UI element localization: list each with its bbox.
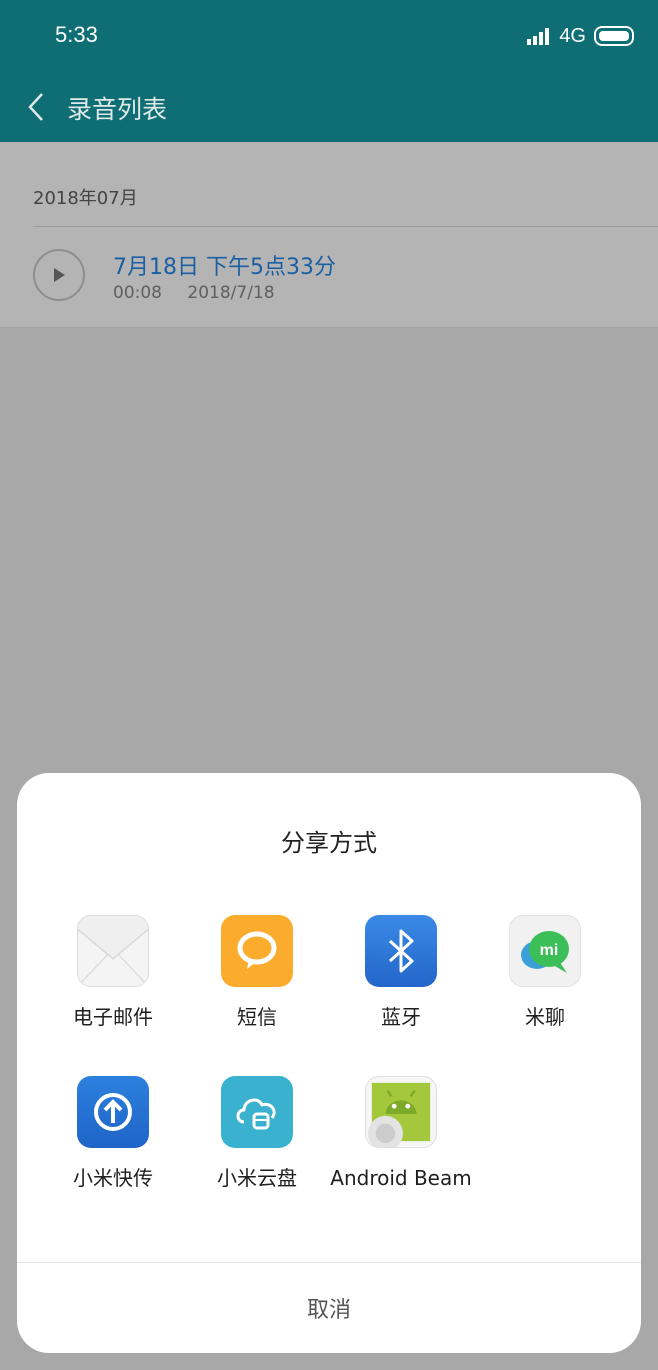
share-option-mi-chat[interactable]: mi 米聊 (473, 915, 617, 1032)
share-option-label: 小米快传 (73, 1166, 153, 1190)
recordings-section: 2018年07月 7月18日 下午5点33分 00:08 2018/7/18 (0, 142, 658, 328)
svg-text:mi: mi (540, 942, 559, 959)
chevron-left-icon (28, 93, 43, 121)
status-time: 5:33 (55, 22, 98, 47)
section-header: 2018年07月 (33, 188, 138, 209)
back-button[interactable] (18, 88, 54, 126)
share-option-label: 短信 (237, 1005, 277, 1029)
play-button[interactable] (33, 249, 85, 301)
share-option-label: 蓝牙 (381, 1005, 421, 1029)
share-option-email[interactable]: 电子邮件 (41, 915, 185, 1032)
signal-icon (527, 28, 550, 45)
share-option-label: 电子邮件 (73, 1005, 153, 1029)
recording-date: 2018/7/18 (187, 283, 275, 303)
app-bar: 录音列表 (0, 72, 658, 142)
android-icon (365, 1076, 437, 1148)
cloud-drive-icon (221, 1076, 293, 1148)
share-option-label: 米聊 (525, 1005, 565, 1029)
status-indicators: 4G (527, 22, 634, 50)
share-option-bluetooth[interactable]: 蓝牙 (329, 915, 473, 1032)
network-type: 4G (559, 24, 586, 47)
share-option-android-beam[interactable]: Android Beam (329, 1076, 473, 1193)
status-bar: 5:33 4G (0, 0, 658, 72)
share-sheet-title: 分享方式 (281, 829, 377, 857)
share-option-label: 小米云盘 (217, 1166, 297, 1190)
recording-duration: 00:08 (113, 283, 162, 303)
list-item[interactable]: 7月18日 下午5点33分 00:08 2018/7/18 (0, 227, 658, 327)
recording-title: 7月18日 下午5点33分 (113, 255, 336, 280)
bluetooth-icon (365, 915, 437, 987)
cancel-button[interactable]: 取消 (17, 1263, 641, 1353)
share-option-mi-drop[interactable]: 小米快传 (41, 1076, 185, 1193)
recording-meta: 00:08 2018/7/18 (113, 283, 275, 303)
mi-chat-icon: mi (509, 915, 581, 987)
envelope-icon (77, 915, 149, 987)
share-sheet: 分享方式 电子邮件 短信 蓝牙 mi 米聊 小米快传 小米云盘 Android … (17, 773, 641, 1353)
share-option-sms[interactable]: 短信 (185, 915, 329, 1032)
battery-icon (594, 26, 634, 46)
play-icon (54, 268, 65, 282)
message-bubble-icon (221, 915, 293, 987)
share-option-mi-cloud[interactable]: 小米云盘 (185, 1076, 329, 1193)
share-option-label: Android Beam (330, 1166, 472, 1190)
upload-arrow-icon (77, 1076, 149, 1148)
page-title: 录音列表 (67, 95, 168, 124)
